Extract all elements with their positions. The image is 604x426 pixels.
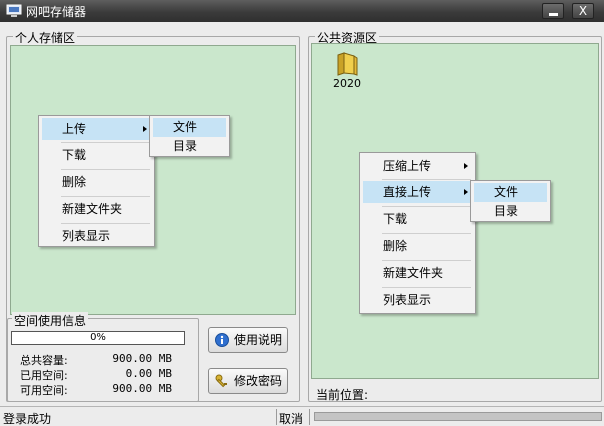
- submenu-arrow-icon: [464, 189, 468, 195]
- public-context-menu: 压缩上传 直接上传 下载 删除 新建文件夹 列表显示: [359, 152, 476, 314]
- personal-upload-submenu: 文件 目录: [149, 115, 230, 157]
- info-icon: [215, 333, 229, 347]
- submenu-arrow-icon: [143, 126, 147, 132]
- used-space-value: 0.00 MB: [125, 367, 172, 380]
- app-icon: [6, 4, 22, 17]
- total-capacity-row: 总共容量: 900.00 MB: [20, 352, 190, 368]
- folder-icon: [337, 52, 358, 76]
- menu-separator: [61, 169, 150, 170]
- personal-storage-title: 个人存储区: [13, 29, 78, 46]
- free-space-label: 可用空间:: [20, 384, 68, 397]
- folder-item[interactable]: 2020: [332, 52, 362, 94]
- menu-item-list-view[interactable]: 列表显示: [42, 225, 151, 247]
- cancel-button[interactable]: 取消: [279, 410, 303, 426]
- used-space-row: 已用空间: 0.00 MB: [20, 367, 190, 383]
- menu-item-delete[interactable]: 删除: [363, 235, 472, 257]
- status-bar: 登录成功 取消: [0, 406, 604, 426]
- status-divider: [309, 409, 310, 425]
- close-button[interactable]: X: [572, 3, 594, 19]
- help-button[interactable]: 使用说明: [208, 327, 288, 353]
- transfer-progress-bar: [314, 412, 602, 421]
- free-space-row: 可用空间: 900.00 MB: [20, 382, 190, 398]
- submenu-item-file[interactable]: 文件: [474, 183, 547, 202]
- personal-context-menu: 上传 下载 删除 新建文件夹 列表显示: [38, 115, 155, 247]
- key-icon: [215, 374, 227, 388]
- window-title: 网吧存储器: [26, 5, 87, 19]
- submenu-item-file[interactable]: 文件: [153, 118, 226, 137]
- current-location-label: 当前位置:: [316, 388, 369, 402]
- free-space-value: 900.00 MB: [112, 382, 172, 395]
- menu-separator: [61, 223, 150, 224]
- menu-separator: [61, 196, 150, 197]
- status-text: 登录成功: [3, 412, 52, 426]
- app-window: 网吧存储器 X 个人存储区 上传 下载 删除 新建文件夹 列表显示 文件 目录 …: [0, 0, 604, 426]
- used-space-label: 已用空间:: [20, 369, 68, 382]
- public-upload-submenu: 文件 目录: [470, 180, 551, 222]
- menu-item-label: 直接上传: [383, 185, 432, 199]
- menu-item-new-folder[interactable]: 新建文件夹: [42, 198, 151, 220]
- space-progress-bar: 0%: [11, 331, 185, 345]
- space-usage-title: 空间使用信息: [12, 312, 89, 329]
- space-usage-group: 空间使用信息 0% 总共容量: 900.00 MB 已用空间: 0.00 MB …: [7, 312, 199, 402]
- menu-item-label: 上传: [62, 122, 87, 136]
- menu-separator: [382, 206, 471, 207]
- submenu-arrow-icon: [464, 163, 468, 169]
- total-capacity-label: 总共容量:: [20, 354, 68, 367]
- menu-separator: [382, 233, 471, 234]
- minimize-icon: [549, 13, 558, 16]
- menu-item-new-folder[interactable]: 新建文件夹: [363, 262, 472, 284]
- menu-item-direct-upload[interactable]: 直接上传: [363, 181, 472, 203]
- help-button-label: 使用说明: [234, 333, 283, 347]
- menu-item-delete[interactable]: 删除: [42, 171, 151, 193]
- menu-item-upload[interactable]: 上传: [42, 118, 151, 140]
- menu-separator: [382, 287, 471, 288]
- menu-item-download[interactable]: 下载: [42, 144, 151, 166]
- status-divider: [276, 409, 277, 425]
- menu-item-compress-upload[interactable]: 压缩上传: [363, 155, 472, 177]
- folder-label: 2020: [333, 77, 361, 90]
- minimize-button[interactable]: [542, 3, 564, 19]
- menu-item-list-view[interactable]: 列表显示: [363, 289, 472, 311]
- title-bar: 网吧存储器 X: [0, 0, 604, 22]
- space-progress-text: 0%: [90, 332, 106, 343]
- submenu-item-directory[interactable]: 目录: [474, 202, 547, 221]
- total-capacity-value: 900.00 MB: [112, 352, 172, 365]
- menu-item-label: 压缩上传: [383, 159, 432, 173]
- menu-separator: [382, 260, 471, 261]
- menu-separator: [61, 142, 150, 143]
- menu-item-download[interactable]: 下载: [363, 208, 472, 230]
- submenu-item-directory[interactable]: 目录: [153, 137, 226, 156]
- menu-separator: [382, 179, 471, 180]
- change-password-label: 修改密码: [234, 374, 283, 388]
- change-password-button[interactable]: 修改密码: [208, 368, 288, 394]
